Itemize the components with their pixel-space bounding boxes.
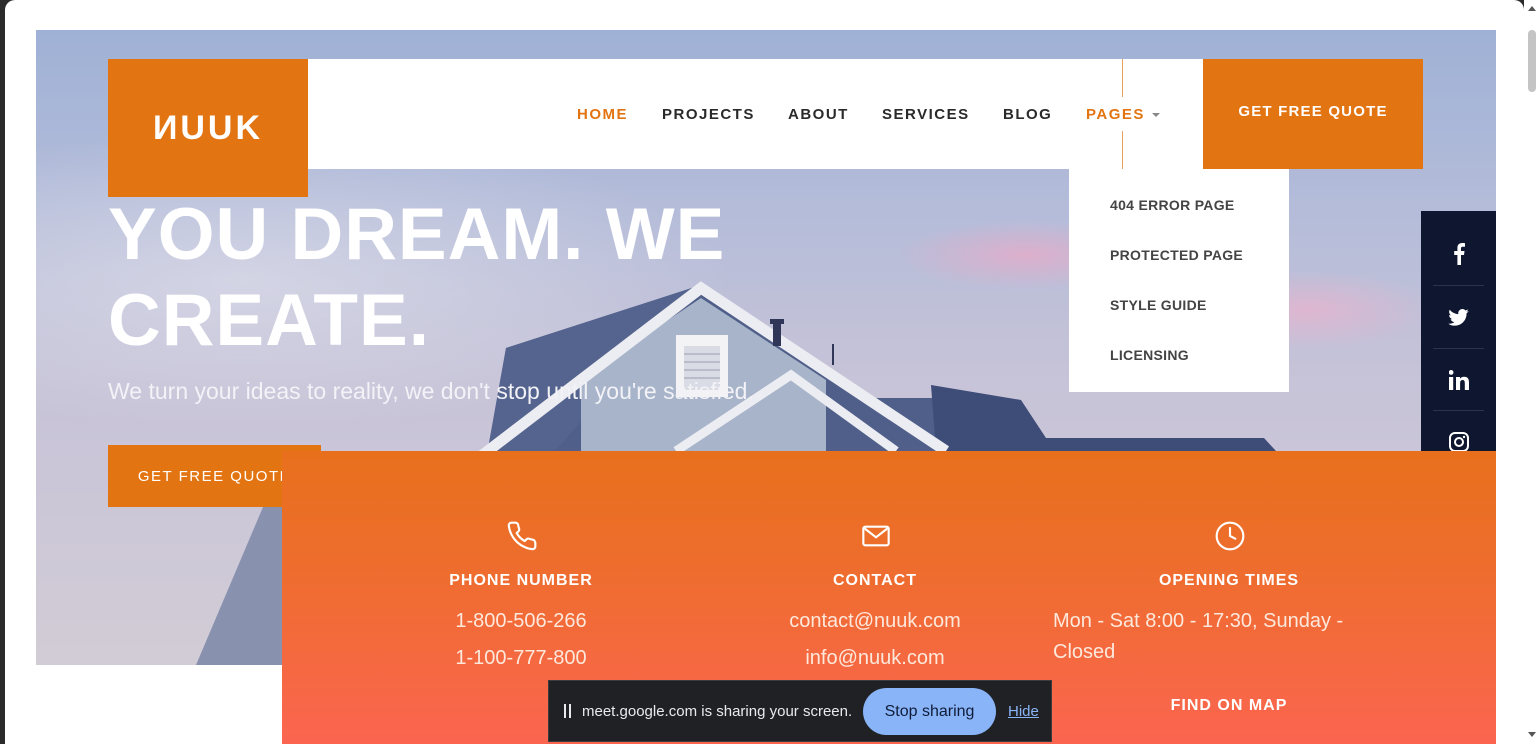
nav-blog[interactable]: BLOG xyxy=(1003,106,1052,123)
nav-projects[interactable]: PROJECTS xyxy=(662,106,755,123)
hero-title-line-2: CREATE. xyxy=(108,280,430,361)
stop-sharing-button[interactable]: Stop sharing xyxy=(863,688,996,735)
dropdown-item-style-guide[interactable]: STYLE GUIDE xyxy=(1110,297,1207,313)
phone-number-2[interactable]: 1-100-777-800 xyxy=(421,647,621,670)
opening-times-label: OPENING TIMES xyxy=(1158,572,1300,589)
hero-title: YOU DREAM. WE CREATE. xyxy=(108,192,725,364)
twitter-icon[interactable] xyxy=(1433,286,1484,348)
linkedin-icon[interactable] xyxy=(1433,349,1484,411)
phone-icon xyxy=(506,520,538,557)
hero-title-line-1: YOU DREAM. WE xyxy=(108,194,726,275)
nav-services[interactable]: SERVICES xyxy=(882,106,970,123)
find-on-map-link[interactable]: FIND ON MAP xyxy=(1129,697,1329,715)
vertical-scrollbar[interactable] xyxy=(1524,0,1536,744)
mail-icon xyxy=(860,520,892,557)
hero-subtitle: We turn your ideas to reality, we don't … xyxy=(108,378,754,404)
logo-text: ИUUK xyxy=(152,108,264,147)
navigation-bar xyxy=(308,59,1203,169)
opening-hours-line-2: Closed xyxy=(1053,641,1116,663)
contact-email-1[interactable]: contact@nuuk.com xyxy=(745,610,1005,633)
pages-dropdown-menu: 404 ERROR PAGE PROTECTED PAGE STYLE GUID… xyxy=(1069,169,1289,392)
site-logo[interactable]: ИUUK xyxy=(108,59,308,197)
phone-number-1[interactable]: 1-800-506-266 xyxy=(421,610,621,633)
nav-about[interactable]: ABOUT xyxy=(788,106,849,123)
nav-home[interactable]: HOME xyxy=(577,106,628,123)
social-sidebar xyxy=(1421,211,1496,486)
scroll-up-arrow-icon[interactable] xyxy=(1528,6,1536,11)
screen-share-notification: meet.google.com is sharing your screen. … xyxy=(548,680,1052,742)
hide-link[interactable]: Hide xyxy=(1008,703,1039,720)
phone-number-label: PHONE NUMBER xyxy=(449,572,593,589)
scrollbar-thumb[interactable] xyxy=(1528,30,1536,92)
nav-divider xyxy=(1122,59,1123,97)
contact-email-2[interactable]: info@nuuk.com xyxy=(745,647,1005,670)
caret-down-icon xyxy=(1151,113,1160,118)
clock-icon xyxy=(1214,520,1246,557)
dropdown-item-licensing[interactable]: LICENSING xyxy=(1110,347,1189,363)
facebook-icon[interactable] xyxy=(1433,223,1484,285)
nav-divider xyxy=(1122,131,1123,169)
nav-pages[interactable]: PAGES xyxy=(1086,106,1160,123)
get-quote-button[interactable]: GET FREE QUOTE xyxy=(1203,59,1423,169)
opening-hours-line-1: Mon - Sat 8:00 - 17:30, Sunday - xyxy=(1053,610,1344,632)
dropdown-item-404[interactable]: 404 ERROR PAGE xyxy=(1110,197,1235,213)
share-message: meet.google.com is sharing your screen. xyxy=(582,703,853,720)
pause-icon xyxy=(562,704,572,718)
nav-pages-label: PAGES xyxy=(1086,106,1145,123)
dropdown-item-protected[interactable]: PROTECTED PAGE xyxy=(1110,247,1243,263)
scroll-down-arrow-icon[interactable] xyxy=(1528,732,1536,737)
contact-label: CONTACT xyxy=(832,572,918,589)
